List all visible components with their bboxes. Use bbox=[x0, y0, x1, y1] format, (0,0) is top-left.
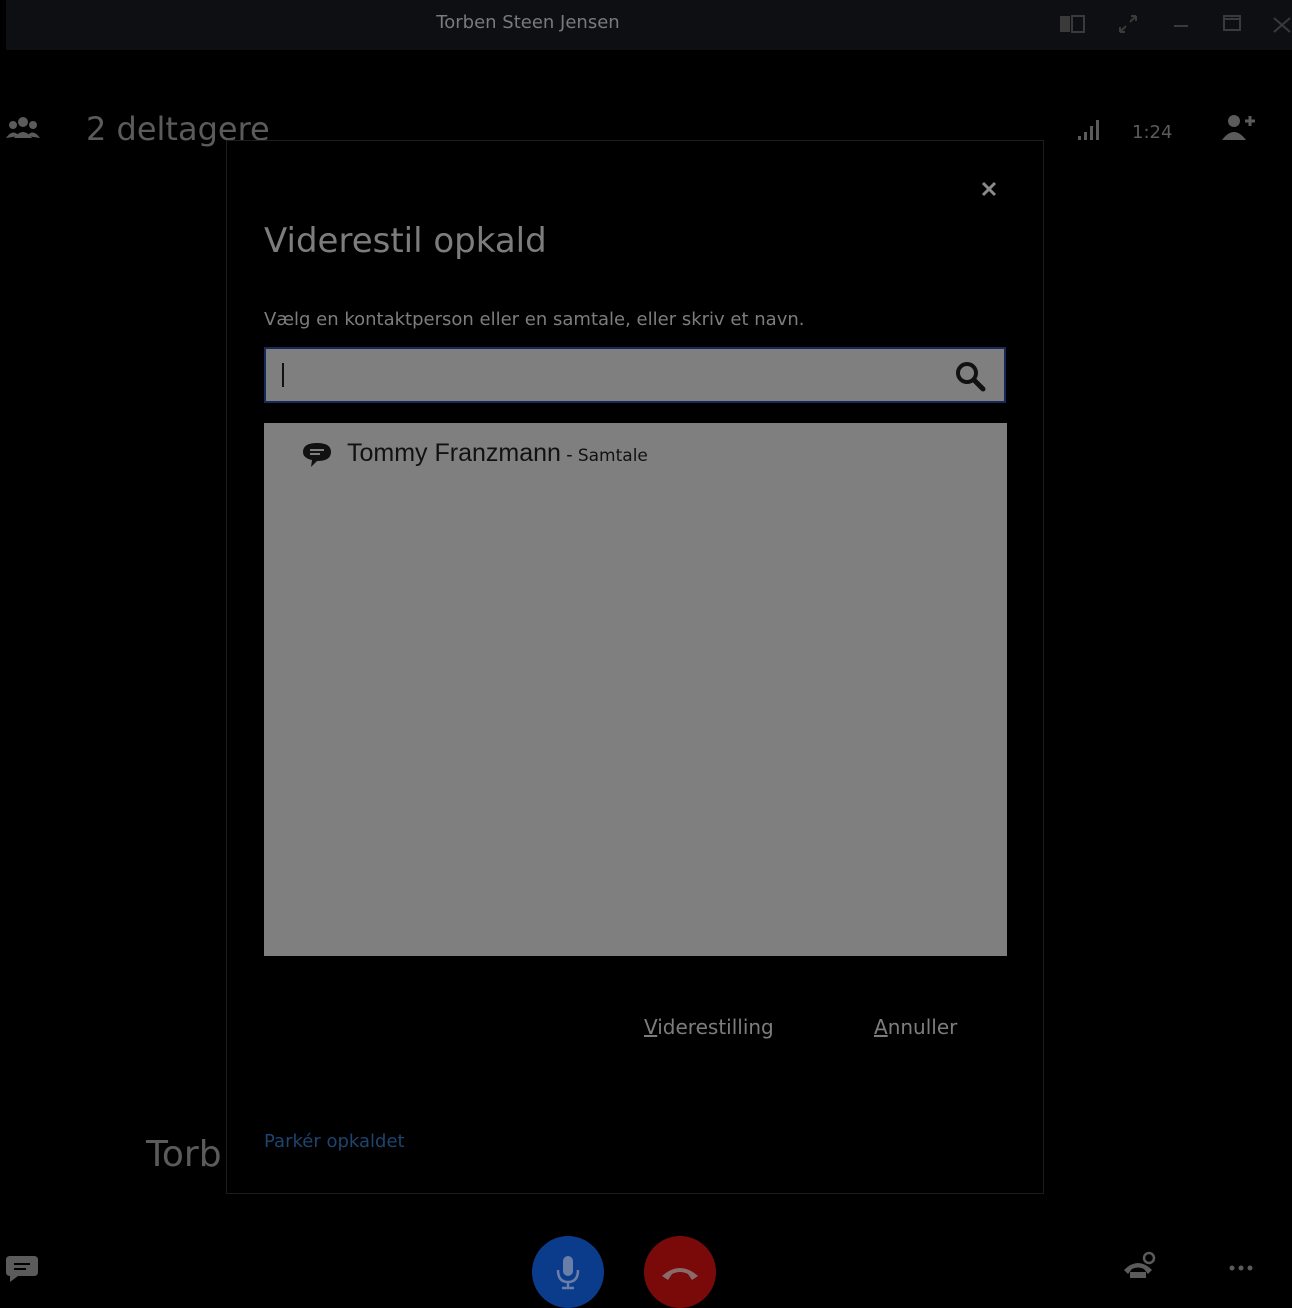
call-timer: 1:24 bbox=[1132, 122, 1173, 143]
add-person-icon[interactable] bbox=[1220, 112, 1260, 142]
transfer-accel: V bbox=[644, 1015, 658, 1039]
transfer-label: iderestilling bbox=[657, 1015, 774, 1039]
minimize-icon[interactable] bbox=[1168, 10, 1196, 38]
dialog-title: Viderestil opkald bbox=[264, 221, 547, 261]
contact-search-box[interactable] bbox=[264, 347, 1006, 403]
cancel-button[interactable]: Annuller bbox=[874, 1015, 957, 1039]
cancel-accel: A bbox=[874, 1015, 888, 1039]
chat-bubble-icon bbox=[301, 441, 333, 469]
signal-bars-icon bbox=[1076, 116, 1104, 142]
compact-view-icon[interactable] bbox=[1058, 10, 1086, 38]
phone-settings-icon[interactable] bbox=[1122, 1250, 1158, 1282]
dialog-close-button[interactable] bbox=[975, 175, 1003, 203]
search-results-list: Tommy Franzmann - Samtale bbox=[264, 423, 1007, 956]
expand-icon[interactable] bbox=[1114, 10, 1142, 38]
people-group-icon[interactable] bbox=[6, 114, 40, 142]
result-type: Samtale bbox=[577, 446, 648, 466]
close-icon bbox=[981, 181, 997, 197]
result-name-text: Tommy Franzmann bbox=[347, 439, 561, 467]
dialog-instruction: Vælg en kontaktperson eller en samtale, … bbox=[264, 309, 805, 330]
hangup-button[interactable] bbox=[644, 1236, 716, 1308]
call-controls-bar bbox=[6, 1230, 1292, 1308]
microphone-icon bbox=[556, 1256, 580, 1290]
cancel-label: nnuller bbox=[887, 1015, 958, 1039]
search-icon[interactable] bbox=[954, 360, 986, 392]
close-window-icon[interactable] bbox=[1268, 10, 1292, 38]
phone-hangup-icon bbox=[662, 1268, 698, 1280]
window-title: Torben Steen Jensen bbox=[436, 12, 620, 33]
transfer-call-dialog: Viderestil opkald Vælg en kontaktperson … bbox=[226, 140, 1044, 1194]
maximize-icon[interactable] bbox=[1218, 10, 1246, 38]
title-bar: Torben Steen Jensen bbox=[6, 0, 1292, 50]
mute-button[interactable] bbox=[532, 1236, 604, 1308]
more-dots-icon[interactable] bbox=[1228, 1264, 1254, 1272]
call-window: Torben Steen Jensen 2 deltagere 1:24 Tor… bbox=[6, 0, 1292, 1308]
park-call-link[interactable]: Parkér opkaldet bbox=[264, 1131, 405, 1152]
contact-search-input[interactable] bbox=[274, 355, 938, 397]
result-item[interactable]: Tommy Franzmann - Samtale bbox=[264, 423, 1007, 483]
result-contact-name: Tommy Franzmann - Samtale bbox=[347, 439, 648, 468]
chat-bubble-icon[interactable] bbox=[6, 1252, 40, 1284]
caller-name: Torb bbox=[146, 1134, 222, 1175]
result-separator: - bbox=[560, 445, 578, 466]
text-caret bbox=[282, 363, 284, 387]
transfer-button[interactable]: Viderestilling bbox=[644, 1015, 774, 1039]
